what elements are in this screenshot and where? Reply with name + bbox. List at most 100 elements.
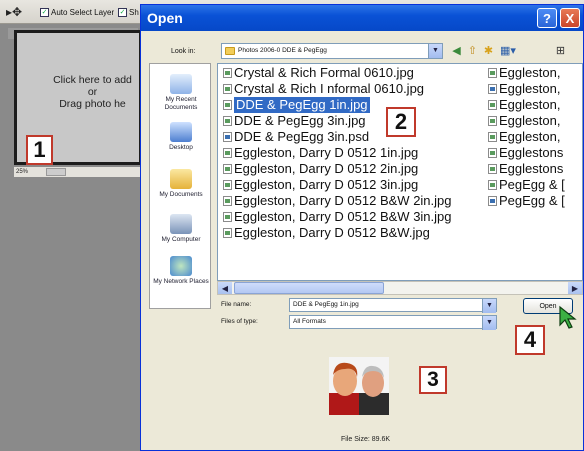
jpg-file-icon [488, 116, 497, 126]
place-label: My Computer [161, 236, 201, 243]
jpg-file-icon [223, 84, 232, 94]
document-scrollbar[interactable] [46, 168, 66, 176]
back-icon[interactable]: ◀ [449, 43, 464, 58]
placeholder-line: Click here to add [53, 74, 132, 86]
file-item[interactable]: Eggleston, [488, 97, 565, 113]
file-name-label: File name: [221, 301, 252, 308]
file-item[interactable]: Eggleston, [488, 113, 565, 129]
place-label: My Documents [159, 191, 203, 198]
jpg-file-icon [223, 148, 232, 158]
file-item[interactable]: Eggleston, Darry D 0512 B&W 2in.jpg [223, 193, 452, 209]
jpg-file-icon [488, 180, 497, 190]
show-checkbox[interactable]: ✓ Sh [118, 6, 139, 18]
move-tool-icon[interactable]: ▸✥ [6, 5, 22, 19]
new-folder-icon[interactable]: ✱ [481, 43, 496, 58]
file-item[interactable]: Crystal & Rich I nformal 0610.jpg [223, 81, 452, 97]
jpg-file-icon [223, 116, 232, 126]
psd-file-icon [488, 196, 497, 206]
file-column: Eggleston, Eggleston, Eggleston, Eggleston,… [488, 65, 565, 209]
file-item[interactable]: Eggleston, Darry D 0512 3in.jpg [223, 177, 452, 193]
jpg-file-icon [488, 100, 497, 110]
file-name: Eggleston, [499, 97, 561, 112]
jpg-file-icon [223, 180, 232, 190]
show-label: Sh [129, 7, 139, 17]
file-item[interactable]: Eggleston, [488, 81, 565, 97]
chevron-down-icon[interactable]: ▼ [482, 316, 496, 330]
help-button[interactable]: ? [537, 8, 557, 28]
dialog-title: Open [147, 10, 183, 26]
place-label: My Network Places [153, 278, 209, 285]
chevron-down-icon[interactable]: ▼ [428, 44, 442, 58]
jpg-file-icon [488, 164, 497, 174]
scroll-left-icon[interactable]: ◀ [218, 282, 232, 294]
file-browser-icon[interactable]: ⊞ [553, 43, 568, 58]
scroll-right-icon[interactable]: ▶ [568, 282, 582, 294]
file-item[interactable]: Eggleston, [488, 129, 565, 145]
file-name-value: DDE & PegEgg 1in.jpg [293, 301, 359, 308]
file-item[interactable]: Eggleston, Darry D 0512 B&W.jpg [223, 225, 452, 241]
look-in-dropdown[interactable]: Photos 2006-0 DDE & PegEgg ▼ [221, 43, 443, 59]
views-menu-icon[interactable]: ▦▾ [497, 43, 519, 58]
file-name: Eggleston, Darry D 0512 B&W.jpg [234, 225, 430, 240]
file-item[interactable]: PegEgg & [ [488, 177, 565, 193]
file-item[interactable]: DDE & PegEgg 3in.psd [223, 129, 452, 145]
file-name: Egglestons [499, 145, 564, 160]
file-item[interactable]: Crystal & Rich Formal 0610.jpg [223, 65, 452, 81]
file-size-text: File Size: 89.6K [341, 436, 391, 443]
files-of-type-label: Files of type: [221, 318, 258, 325]
file-item[interactable]: Egglestons [488, 145, 565, 161]
my-computer-icon [170, 214, 192, 234]
recent-documents-icon [170, 74, 192, 94]
scroll-thumb[interactable] [234, 282, 384, 294]
place-my-network[interactable]: My Network Places [150, 256, 212, 286]
file-name: Eggleston, [499, 81, 561, 96]
placeholder-line: Drag photo he [59, 98, 126, 110]
place-my-documents[interactable]: My Documents [150, 169, 212, 199]
place-label: My Recent Documents [164, 96, 198, 111]
file-name: DDE & PegEgg 3in.psd [234, 129, 370, 144]
file-name-input[interactable]: DDE & PegEgg 1in.jpg ▼ [289, 298, 497, 313]
checkbox-icon: ✓ [40, 7, 49, 17]
zoom-status: 25% [14, 167, 142, 177]
file-item[interactable]: Eggleston, Darry D 0512 2in.jpg [223, 161, 452, 177]
place-my-computer[interactable]: My Computer [150, 214, 212, 244]
callout-2: 2 [386, 107, 416, 137]
up-folder-icon[interactable]: ⇧ [465, 43, 480, 58]
files-of-type-dropdown[interactable]: All Formats ▼ [289, 315, 497, 330]
jpg-file-icon [488, 148, 497, 158]
horizontal-scrollbar[interactable]: ◀ ▶ [217, 281, 583, 295]
jpg-file-icon [223, 228, 232, 238]
file-name: Crystal & Rich Formal 0610.jpg [234, 65, 414, 80]
file-list[interactable]: Crystal & Rich Formal 0610.jpg Crystal & … [217, 63, 583, 281]
file-item[interactable]: Eggleston, [488, 65, 565, 81]
place-label: Desktop [169, 144, 193, 151]
file-name: Eggleston, [499, 65, 561, 80]
my-documents-icon [170, 169, 192, 189]
file-item[interactable]: Eggleston, Darry D 0512 1in.jpg [223, 145, 452, 161]
desktop-icon [170, 122, 192, 142]
file-name: Eggleston, Darry D 0512 B&W 2in.jpg [234, 193, 452, 208]
file-name: Eggleston, Darry D 0512 B&W 3in.jpg [234, 209, 452, 224]
auto-select-layer-label: Auto Select Layer [51, 7, 115, 17]
auto-select-layer-checkbox[interactable]: ✓ Auto Select Layer [40, 6, 114, 18]
file-name: Eggleston, Darry D 0512 3in.jpg [234, 177, 419, 192]
place-desktop[interactable]: Desktop [150, 122, 212, 152]
canvas-placeholder-text: Click here to add or Drag photo he [45, 74, 140, 110]
places-bar: My Recent Documents Desktop My Documents… [149, 63, 211, 309]
file-item[interactable]: Eggleston, Darry D 0512 B&W 3in.jpg [223, 209, 452, 225]
file-item[interactable]: Egglestons [488, 161, 565, 177]
close-button[interactable]: X [560, 8, 580, 28]
place-recent-documents[interactable]: My Recent Documents [150, 74, 212, 112]
look-in-label: Look in: [171, 48, 196, 55]
callout-3: 3 [419, 366, 447, 394]
jpg-file-icon [488, 132, 497, 142]
file-item-selected[interactable]: DDE & PegEgg 1in.jpg [223, 97, 452, 113]
jpg-file-icon [223, 68, 232, 78]
file-item[interactable]: DDE & PegEgg 3in.jpg [223, 113, 452, 129]
jpg-file-icon [223, 196, 232, 206]
chevron-down-icon[interactable]: ▼ [482, 299, 496, 313]
file-name: DDE & PegEgg 3in.jpg [234, 113, 366, 128]
callout-1: 1 [26, 135, 53, 165]
folder-icon [225, 47, 235, 55]
file-item[interactable]: PegEgg & [ [488, 193, 565, 209]
